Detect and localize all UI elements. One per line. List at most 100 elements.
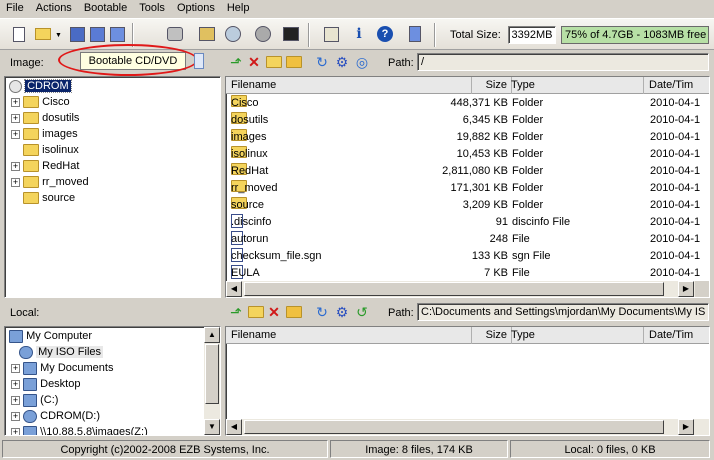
- tree-folder-item[interactable]: + dosutils: [11, 110, 79, 126]
- capacity-indicator[interactable]: 75% of 4.7GB - 1083MB free: [561, 26, 709, 44]
- tree-folder-item[interactable]: + Cisco: [11, 94, 70, 110]
- file-row[interactable]: rr_moved 171,301 KB Folder 2010-04-1: [226, 180, 709, 197]
- extract-button[interactable]: [164, 23, 186, 45]
- rename-button[interactable]: [286, 54, 302, 70]
- save-as-button[interactable]: [86, 23, 108, 45]
- sync-icon[interactable]: ◎: [354, 54, 370, 70]
- tree-folder-item[interactable]: + RedHat: [11, 158, 79, 174]
- menu-actions[interactable]: Actions: [30, 0, 78, 17]
- scroll-left-icon[interactable]: ◀: [226, 281, 242, 297]
- file-date: 2010-04-1: [650, 148, 701, 160]
- expand-icon[interactable]: +: [11, 97, 20, 107]
- menu-options[interactable]: Options: [171, 0, 221, 17]
- expand-icon[interactable]: +: [11, 113, 20, 123]
- mount-button[interactable]: [222, 23, 244, 45]
- expand-icon[interactable]: +: [11, 129, 20, 139]
- new-button[interactable]: [8, 23, 30, 45]
- local-tree-item[interactable]: My ISO Files: [19, 344, 104, 360]
- file-row[interactable]: images 19,882 KB Folder 2010-04-1: [226, 129, 709, 146]
- help-button[interactable]: ?: [374, 23, 396, 45]
- local-tree-item[interactable]: + \\10.88.5.8\images(Z:): [11, 424, 148, 435]
- scroll-right-icon[interactable]: ▶: [678, 281, 694, 297]
- col-date[interactable]: Date/Tim: [644, 77, 709, 94]
- file-date: 2010-04-1: [650, 131, 701, 143]
- up-folder-icon[interactable]: ⬏: [228, 54, 244, 70]
- expand-icon[interactable]: +: [11, 427, 20, 435]
- local-tree-label: My Computer: [26, 330, 93, 342]
- open-button[interactable]: [32, 23, 54, 45]
- local-tree-item[interactable]: + My Documents: [11, 360, 113, 376]
- scroll-down-icon[interactable]: ▼: [204, 419, 220, 435]
- delete-icon[interactable]: ✕: [246, 54, 262, 70]
- compress-button[interactable]: [252, 23, 274, 45]
- local-tree-scroll-thumb[interactable]: [205, 344, 219, 404]
- file-row[interactable]: Cisco 448,371 KB Folder 2010-04-1: [226, 95, 709, 112]
- image-path-field[interactable]: /: [417, 53, 709, 71]
- expand-icon[interactable]: +: [11, 161, 20, 171]
- col-type[interactable]: Type: [506, 77, 644, 94]
- new-folder-button[interactable]: [266, 54, 282, 70]
- local-new-folder-button[interactable]: [248, 304, 264, 320]
- expand-icon[interactable]: +: [11, 395, 20, 405]
- expand-icon[interactable]: +: [11, 411, 20, 421]
- scroll-thumb[interactable]: [244, 282, 664, 296]
- local-col-filename[interactable]: Filename: [226, 327, 472, 344]
- expand-icon[interactable]: +: [11, 177, 20, 187]
- properties-button[interactable]: [106, 23, 128, 45]
- file-row[interactable]: RedHat 2,811,080 KB Folder 2010-04-1: [226, 163, 709, 180]
- file-row[interactable]: dosutils 6,345 KB Folder 2010-04-1: [226, 112, 709, 129]
- tree-folder-item[interactable]: + rr_moved: [11, 174, 89, 190]
- local-scroll-thumb[interactable]: [244, 420, 664, 434]
- file-date: 2010-04-1: [650, 97, 701, 109]
- expand-icon[interactable]: +: [11, 363, 20, 373]
- options-button[interactable]: [320, 23, 342, 45]
- file-row[interactable]: .discinfo 91 discinfo File 2010-04-1: [226, 214, 709, 231]
- image-type-dropdown[interactable]: [194, 53, 204, 69]
- local-tree-scrollbar[interactable]: ▲ ▼: [204, 327, 220, 435]
- image-file-list: Filename Size Type Date/Tim Cisco 448,371…: [225, 76, 710, 298]
- local-tree-item[interactable]: My Computer: [9, 328, 92, 344]
- tree-root[interactable]: CDROM: [9, 78, 72, 94]
- file-row[interactable]: source 3,209 KB Folder 2010-04-1: [226, 197, 709, 214]
- local-refresh-icon[interactable]: ↻: [314, 304, 330, 320]
- refresh-icon[interactable]: ↻: [314, 54, 330, 70]
- file-row[interactable]: checksum_file.sgn 133 KB sgn File 2010-04-1: [226, 248, 709, 265]
- tree-root-label: CDROM: [24, 79, 72, 93]
- open-dropdown-icon[interactable]: ▼: [55, 32, 62, 39]
- burn-button[interactable]: [196, 23, 218, 45]
- tree-folder-item[interactable]: + images: [11, 126, 78, 142]
- settings-gear-icon[interactable]: ⚙: [334, 54, 350, 70]
- tree-folder-item[interactable]: isolinux: [11, 142, 79, 158]
- properties-icon: [109, 26, 125, 42]
- file-row[interactable]: autorun 248 File 2010-04-1: [226, 231, 709, 248]
- local-tree-item[interactable]: + CDROM(D:): [11, 408, 100, 424]
- horizontal-scrollbar[interactable]: ◀ ▶: [226, 281, 709, 297]
- file-row[interactable]: isolinux 10,453 KB Folder 2010-04-1: [226, 146, 709, 163]
- local-scroll-right-icon[interactable]: ▶: [678, 419, 694, 435]
- local-col-date[interactable]: Date/Tim: [644, 327, 709, 344]
- scroll-up-icon[interactable]: ▲: [204, 327, 220, 343]
- info-icon[interactable]: i: [348, 23, 370, 45]
- local-horizontal-scrollbar[interactable]: ◀ ▶: [226, 419, 709, 435]
- local-path-field[interactable]: C:\Documents and Settings\mjordan\My Doc…: [417, 303, 709, 321]
- local-up-icon[interactable]: ⬏: [228, 304, 244, 320]
- local-tree-item[interactable]: + (C:): [11, 392, 58, 408]
- col-filename[interactable]: Filename: [226, 77, 472, 94]
- local-rename-button[interactable]: [286, 304, 302, 320]
- local-col-type[interactable]: Type: [506, 327, 644, 344]
- local-sync-icon[interactable]: ↺: [354, 304, 370, 320]
- tree-folder-item[interactable]: source: [11, 190, 75, 206]
- menu-file[interactable]: File: [0, 0, 30, 17]
- local-scroll-left-icon[interactable]: ◀: [226, 419, 242, 435]
- file-row[interactable]: EULA 7 KB File 2010-04-1: [226, 265, 709, 282]
- exit-button[interactable]: [404, 23, 426, 45]
- local-delete-icon[interactable]: ✕: [266, 304, 282, 320]
- save-button[interactable]: [66, 23, 88, 45]
- menu-tools[interactable]: Tools: [133, 0, 171, 17]
- local-settings-icon[interactable]: ⚙: [334, 304, 350, 320]
- menu-bootable[interactable]: Bootable: [78, 0, 133, 17]
- expand-icon[interactable]: +: [11, 379, 20, 389]
- local-tree-item[interactable]: + Desktop: [11, 376, 80, 392]
- wizard-button[interactable]: [280, 23, 302, 45]
- menu-help[interactable]: Help: [221, 0, 256, 17]
